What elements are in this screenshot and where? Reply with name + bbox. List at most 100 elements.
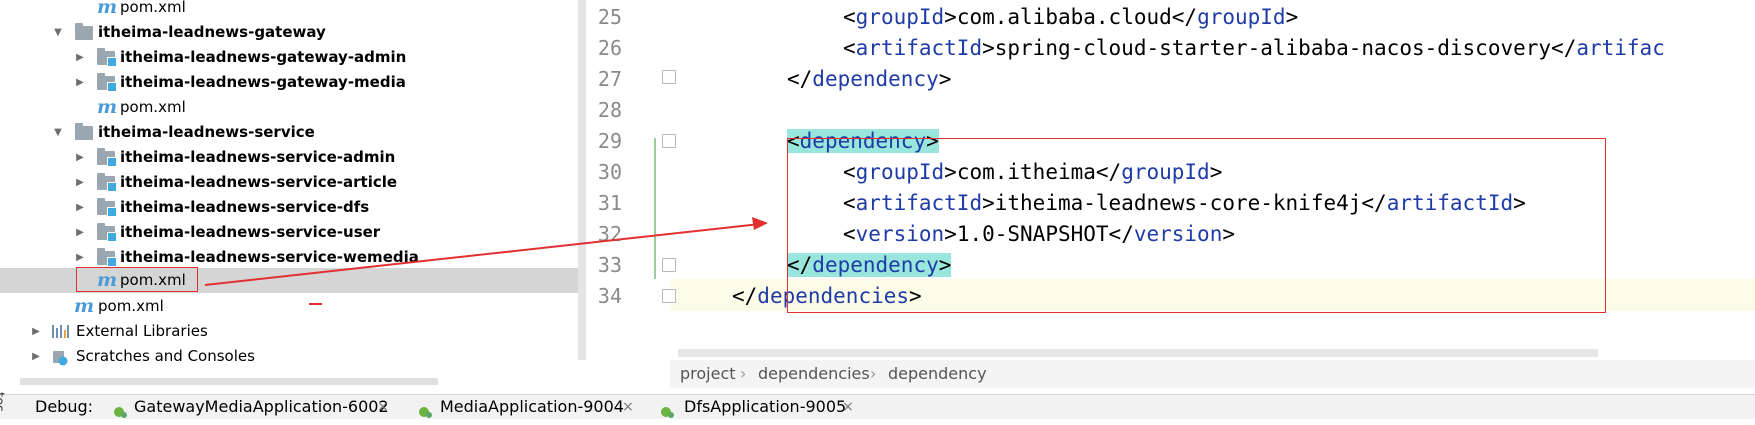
scratches-icon xyxy=(52,349,68,366)
spring-boot-run-icon xyxy=(660,401,674,418)
xml-text: com.itheima xyxy=(956,160,1096,184)
tree-item[interactable]: ▶ Scratches and Consoles xyxy=(0,344,578,369)
tree-item[interactable]: ▶ itheima-leadnews-service-user xyxy=(0,220,578,245)
folder-icon xyxy=(75,23,93,40)
breadcrumb-item-project[interactable]: project xyxy=(680,360,736,388)
spring-boot-run-icon xyxy=(418,401,432,418)
code-line[interactable]: <groupId>com.itheima</groupId> xyxy=(843,156,1222,188)
tag-bracket: </ xyxy=(732,284,758,308)
line-number: 29 xyxy=(597,129,622,153)
close-icon[interactable]: × xyxy=(377,395,389,419)
close-icon[interactable]: × xyxy=(842,395,854,419)
tag-bracket: < xyxy=(843,5,856,29)
tag-bracket: < xyxy=(843,160,856,184)
tree-item-label: itheima-leadnews-service-user xyxy=(120,223,381,241)
xml-tag-name: dependencies xyxy=(757,284,910,308)
tree-item-label: pom.xml xyxy=(120,271,186,289)
xml-tag-name: version xyxy=(1133,222,1223,246)
code-line[interactable]: <dependency> xyxy=(787,125,939,157)
closing-tag: </dependency> xyxy=(787,67,951,91)
folder-icon xyxy=(75,123,93,140)
expand-right-icon[interactable]: ▶ xyxy=(74,170,86,195)
tag-bracket: > xyxy=(1285,5,1299,29)
code-line[interactable]: <artifactId>itheima-leadnews-core-knife4… xyxy=(843,187,1526,219)
xml-tag-name: groupId xyxy=(1121,160,1210,184)
expand-right-icon[interactable]: ▶ xyxy=(74,70,86,95)
tree-item-label: Scratches and Consoles xyxy=(76,347,255,365)
xml-tag-name: artifactId xyxy=(855,36,983,60)
expand-right-icon[interactable]: ▶ xyxy=(30,319,42,344)
debug-tab-media[interactable]: MediaApplication-9004 xyxy=(440,395,624,419)
editor-horizontal-scrollbar[interactable] xyxy=(678,349,1598,357)
line-number: 30 xyxy=(597,160,622,184)
tree-item[interactable]: ▶ itheima-leadnews-service-article xyxy=(0,170,578,195)
expand-right-icon[interactable]: ▶ xyxy=(74,220,86,245)
breadcrumb-separator: › xyxy=(870,364,877,383)
side-tool-window-label[interactable]: tes xyxy=(0,392,6,412)
tree-item-label: pom.xml xyxy=(120,0,186,16)
tree-item-label: External Libraries xyxy=(76,322,208,340)
module-folder-icon xyxy=(97,223,117,242)
tree-item[interactable]: ▶ itheima-leadnews-service-wemedia xyxy=(0,245,578,270)
tree-item-label: itheima-leadnews-service-article xyxy=(120,173,398,191)
xml-tag-name: artifactId xyxy=(855,191,983,215)
tree-item-label: itheima-leadnews-gateway-admin xyxy=(120,48,407,66)
xml-text: itheima-leadnews-core-knife4j xyxy=(994,191,1362,215)
xml-tag-name: artifactId xyxy=(1386,191,1514,215)
tree-item[interactable]: m pom.xml xyxy=(0,268,578,293)
expand-down-icon[interactable]: ▼ xyxy=(52,20,64,45)
maven-file-icon: m xyxy=(97,269,118,291)
code-line[interactable]: <version>1.0-SNAPSHOT</version> xyxy=(843,218,1235,250)
breadcrumb: project › dependencies › dependency xyxy=(670,360,1755,388)
breadcrumb-separator: › xyxy=(740,364,747,383)
expand-right-icon[interactable]: ▶ xyxy=(74,195,86,220)
xml-tag-name: groupId xyxy=(1197,5,1286,29)
tag-bracket: > xyxy=(1513,191,1526,215)
tree-item[interactable]: m pom.xml xyxy=(0,294,578,319)
vcs-change-marker xyxy=(654,138,656,279)
tree-horizontal-scrollbar[interactable] xyxy=(20,378,438,385)
code-line[interactable]: </dependency> xyxy=(787,63,951,95)
tree-item[interactable]: ▼ itheima-leadnews-gateway xyxy=(0,20,578,45)
tree-item[interactable]: m pom.xml xyxy=(0,0,578,20)
code-line[interactable]: </dependencies> xyxy=(732,280,922,312)
expand-right-icon[interactable]: ▶ xyxy=(30,344,42,369)
expand-down-icon[interactable]: ▼ xyxy=(52,120,64,145)
expand-right-icon[interactable]: ▶ xyxy=(74,145,86,170)
tag-bracket: </ xyxy=(787,253,813,277)
tree-item[interactable]: ▼ itheima-leadnews-service xyxy=(0,120,578,145)
tag-bracket: > xyxy=(944,160,957,184)
code-line[interactable]: <artifactId>spring-cloud-starter-alibaba… xyxy=(843,32,1665,64)
debug-tab-dfs[interactable]: DfsApplication-9005 xyxy=(684,395,846,419)
debug-tab-gateway-media[interactable]: GatewayMediaApplication-6002 xyxy=(134,395,389,419)
breadcrumb-item-dependency[interactable]: dependency xyxy=(888,360,987,388)
code-line[interactable]: </dependency> xyxy=(787,249,952,281)
tag-bracket: > xyxy=(926,129,939,153)
module-folder-icon xyxy=(97,73,117,92)
expand-right-icon[interactable]: ▶ xyxy=(74,45,86,70)
tag-bracket: </ xyxy=(1095,160,1122,184)
tag-bracket: < xyxy=(787,129,800,153)
module-folder-icon xyxy=(97,173,117,192)
tree-item[interactable]: m pom.xml xyxy=(0,95,578,120)
breadcrumb-item-dependencies[interactable]: dependencies xyxy=(758,360,870,388)
tree-item[interactable]: ▶ itheima-leadnews-gateway-admin xyxy=(0,45,578,70)
xml-tag-name: dependency xyxy=(799,129,927,153)
tree-item[interactable]: ▶ itheima-leadnews-service-admin xyxy=(0,145,578,170)
project-tree: m pom.xml ▼ itheima-leadnews-gateway ▶ itheim… xyxy=(0,0,578,388)
line-number: 33 xyxy=(597,253,622,277)
xml-tag-name: groupId xyxy=(855,5,945,29)
tag-bracket: </ xyxy=(1361,191,1387,215)
tree-item-label: pom.xml xyxy=(98,297,164,315)
tree-item-label: itheima-leadnews-service xyxy=(98,123,315,141)
tag-bracket: > xyxy=(1209,160,1223,184)
tree-item[interactable]: ▶ itheima-leadnews-service-dfs xyxy=(0,195,578,220)
tree-item[interactable]: ▶ itheima-leadnews-gateway-media xyxy=(0,70,578,95)
matched-tag: <dependency> xyxy=(787,129,939,153)
close-icon[interactable]: × xyxy=(622,395,634,419)
code-line[interactable]: <groupId>com.alibaba.cloud</groupId> xyxy=(843,1,1298,33)
code-editor[interactable]: <groupId>com.alibaba.cloud</groupId> <art… xyxy=(670,0,1755,360)
expand-right-icon[interactable]: ▶ xyxy=(74,245,86,270)
spring-boot-run-icon xyxy=(113,401,127,418)
tree-item[interactable]: ▶ External Libraries xyxy=(0,319,578,344)
